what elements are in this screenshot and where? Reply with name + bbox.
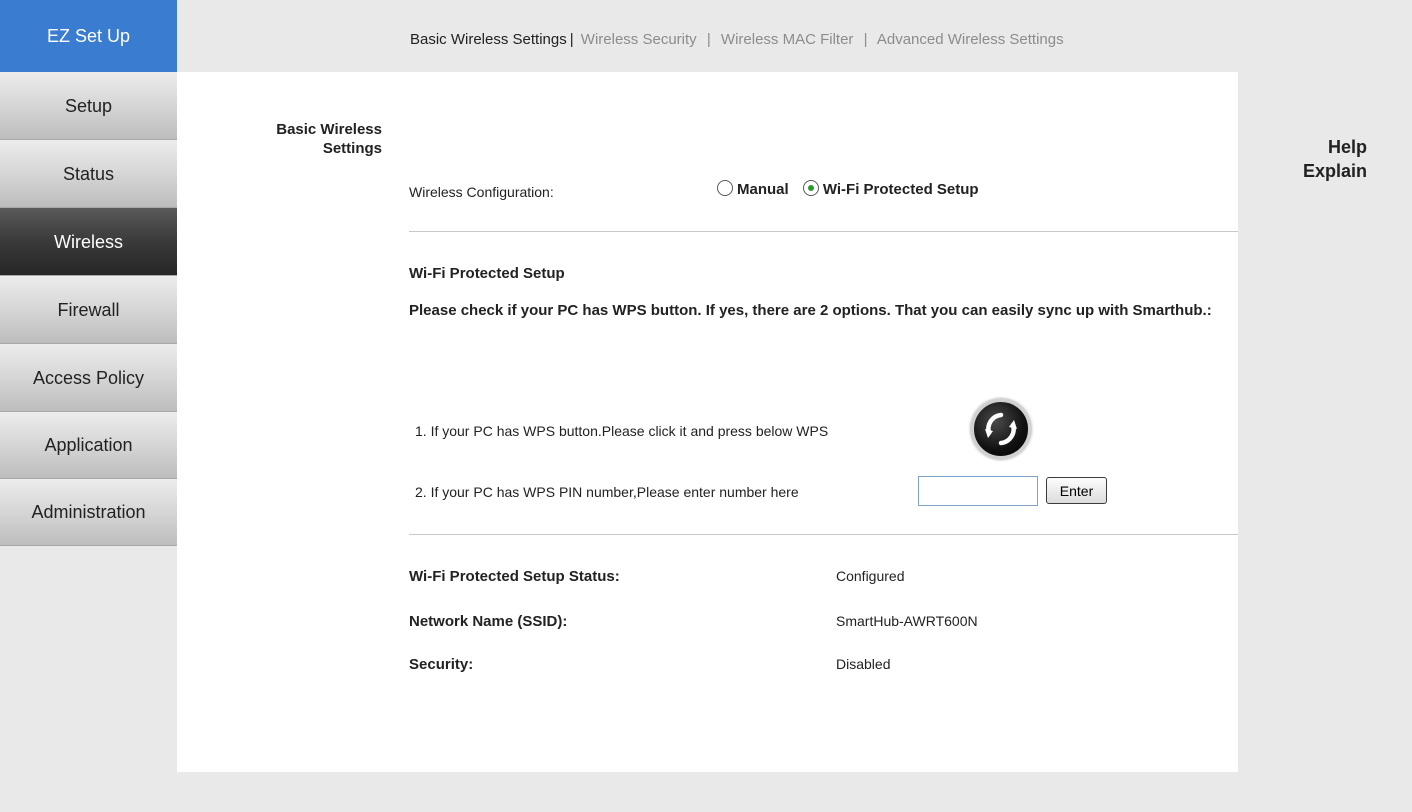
sidebar: EZ Set Up Setup Status Wireless Firewall… xyxy=(0,0,177,546)
section-title: Basic Wireless Settings xyxy=(205,120,382,158)
radio-wps[interactable] xyxy=(802,180,819,196)
ssid-label: Network Name (SSID): xyxy=(409,613,568,630)
wps-status-value: Configured xyxy=(836,568,905,584)
sidebar-item-setup[interactable]: Setup xyxy=(0,72,177,140)
wps-status-label: Wi-Fi Protected Setup Status: xyxy=(409,568,620,585)
sidebar-item-ez-setup[interactable]: EZ Set Up xyxy=(0,0,177,72)
tab-advanced-wireless-settings[interactable]: Advanced Wireless Settings xyxy=(877,31,1064,48)
radio-wps-label: Wi-Fi Protected Setup xyxy=(822,181,979,198)
wireless-configuration-options: Manual Wi-Fi Protected Setup xyxy=(717,180,979,198)
wireless-tabs: Basic Wireless Settings | Wireless Securi… xyxy=(410,31,1064,48)
main-panel xyxy=(177,72,1238,772)
divider xyxy=(409,534,1238,535)
tab-basic-wireless-settings[interactable]: Basic Wireless Settings xyxy=(410,31,567,48)
security-label: Security: xyxy=(409,656,474,673)
divider xyxy=(409,231,1238,232)
sidebar-item-wireless[interactable]: Wireless xyxy=(0,208,177,276)
help-title: Help xyxy=(1327,137,1367,157)
wps-refresh-icon xyxy=(985,412,1017,446)
radio-manual-label: Manual xyxy=(737,181,789,198)
wireless-configuration-label: Wireless Configuration: xyxy=(409,184,554,200)
radio-option-manual[interactable]: Manual xyxy=(717,180,793,198)
ssid-value: SmartHub-AWRT600N xyxy=(836,613,978,629)
help-explain: Explain xyxy=(1302,161,1367,181)
sidebar-item-application[interactable]: Application xyxy=(0,412,177,479)
wps-heading: Wi-Fi Protected Setup xyxy=(409,265,565,282)
wps-pin-input[interactable] xyxy=(918,476,1038,506)
tab-separator: | xyxy=(569,31,574,48)
sidebar-item-status[interactable]: Status xyxy=(0,140,177,208)
security-value: Disabled xyxy=(836,656,891,672)
wps-description: Please check if your PC has WPS button. … xyxy=(409,302,1212,319)
wps-button[interactable] xyxy=(971,399,1031,459)
sidebar-item-administration[interactable]: Administration xyxy=(0,479,177,546)
help-panel: Help Explain xyxy=(1265,135,1367,183)
radio-manual[interactable] xyxy=(717,180,733,196)
section-title-line1: Basic Wireless xyxy=(276,121,382,138)
tab-separator: | xyxy=(706,31,711,48)
sidebar-item-access-policy[interactable]: Access Policy xyxy=(0,344,177,412)
wps-option-2: 2. If your PC has WPS PIN number,Please … xyxy=(415,484,799,500)
sidebar-item-firewall[interactable]: Firewall xyxy=(0,276,177,344)
wps-option-1: 1. If your PC has WPS button.Please clic… xyxy=(415,423,829,439)
section-title-line2: Settings xyxy=(322,140,382,157)
tab-separator: | xyxy=(863,31,868,48)
radio-option-wps[interactable]: Wi-Fi Protected Setup xyxy=(802,180,979,198)
tab-wireless-security[interactable]: Wireless Security xyxy=(581,31,697,48)
tab-wireless-mac-filter[interactable]: Wireless MAC Filter xyxy=(721,31,854,48)
enter-button[interactable]: Enter xyxy=(1046,477,1107,504)
